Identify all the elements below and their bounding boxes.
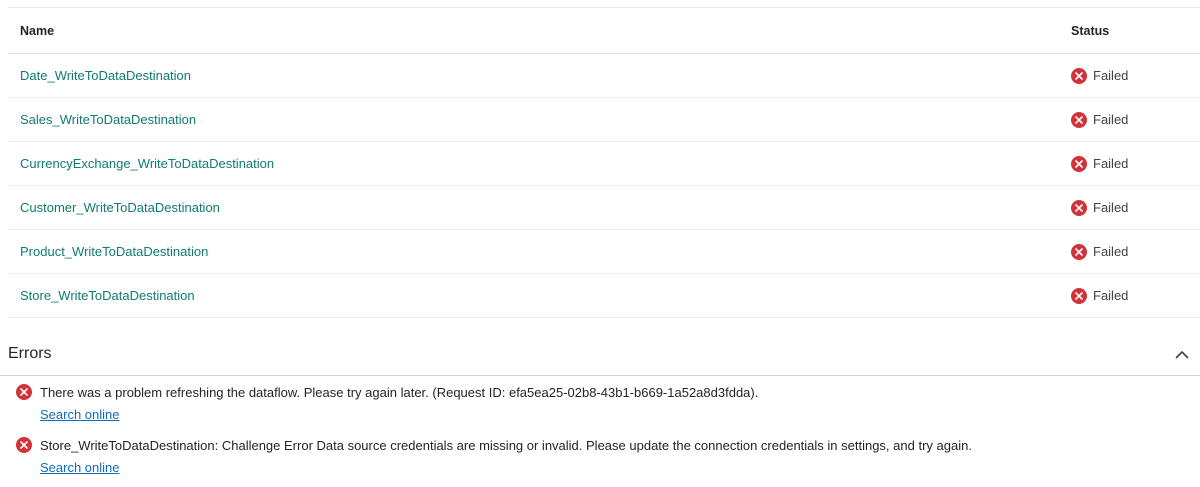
status-text: Failed — [1093, 68, 1129, 83]
table-row[interactable]: Date_WriteToDataDestination Failed — [8, 54, 1200, 98]
activity-name-link[interactable]: Date_WriteToDataDestination — [20, 68, 191, 83]
status-text: Failed — [1093, 200, 1129, 215]
status-text: Failed — [1093, 244, 1129, 259]
chevron-up-icon[interactable] — [1172, 344, 1192, 364]
error-message: There was a problem refreshing the dataf… — [40, 384, 759, 400]
error-circle-icon — [1071, 243, 1087, 260]
error-message: Store_WriteToDataDestination: Challenge … — [40, 437, 972, 453]
errors-title: Errors — [8, 345, 52, 362]
activity-name-link[interactable]: Customer_WriteToDataDestination — [20, 200, 220, 215]
status-text: Failed — [1093, 288, 1129, 303]
status-cell: Failed — [1071, 186, 1128, 229]
error-circle-icon — [1071, 155, 1087, 172]
status-text: Failed — [1093, 156, 1129, 171]
activities-table: Name Status Date_WriteToDataDestination … — [8, 8, 1200, 318]
table-header-row: Name Status — [8, 8, 1200, 54]
status-cell: Failed — [1071, 54, 1128, 97]
error-item: Store_WriteToDataDestination: Challenge … — [16, 437, 1192, 477]
status-cell: Failed — [1071, 230, 1128, 273]
table-row[interactable]: Sales_WriteToDataDestination Failed — [8, 98, 1200, 142]
errors-section-header[interactable]: Errors — [0, 338, 1200, 376]
search-online-link[interactable]: Search online — [40, 460, 120, 475]
status-text: Failed — [1093, 112, 1129, 127]
activity-name-link[interactable]: Sales_WriteToDataDestination — [20, 112, 196, 127]
activity-name-link[interactable]: Product_WriteToDataDestination — [20, 244, 208, 259]
status-cell: Failed — [1071, 142, 1128, 185]
name-column-header[interactable]: Name — [20, 8, 54, 53]
table-row[interactable]: CurrencyExchange_WriteToDataDestination … — [8, 142, 1200, 186]
activity-name-link[interactable]: CurrencyExchange_WriteToDataDestination — [20, 156, 274, 171]
table-row[interactable]: Store_WriteToDataDestination Failed — [8, 274, 1200, 318]
table-row[interactable]: Product_WriteToDataDestination Failed — [8, 230, 1200, 274]
activity-name-link[interactable]: Store_WriteToDataDestination — [20, 288, 195, 303]
status-cell: Failed — [1071, 98, 1128, 141]
table-row[interactable]: Customer_WriteToDataDestination Failed — [8, 186, 1200, 230]
error-circle-icon — [1071, 111, 1087, 128]
error-circle-icon — [16, 437, 32, 453]
status-cell: Failed — [1071, 274, 1128, 317]
status-column-header[interactable]: Status — [1071, 8, 1109, 53]
error-circle-icon — [1071, 287, 1087, 304]
error-circle-icon — [1071, 199, 1087, 216]
search-online-link[interactable]: Search online — [40, 407, 120, 422]
error-circle-icon — [16, 384, 32, 400]
error-item: There was a problem refreshing the dataf… — [16, 384, 1192, 424]
error-circle-icon — [1071, 67, 1087, 84]
